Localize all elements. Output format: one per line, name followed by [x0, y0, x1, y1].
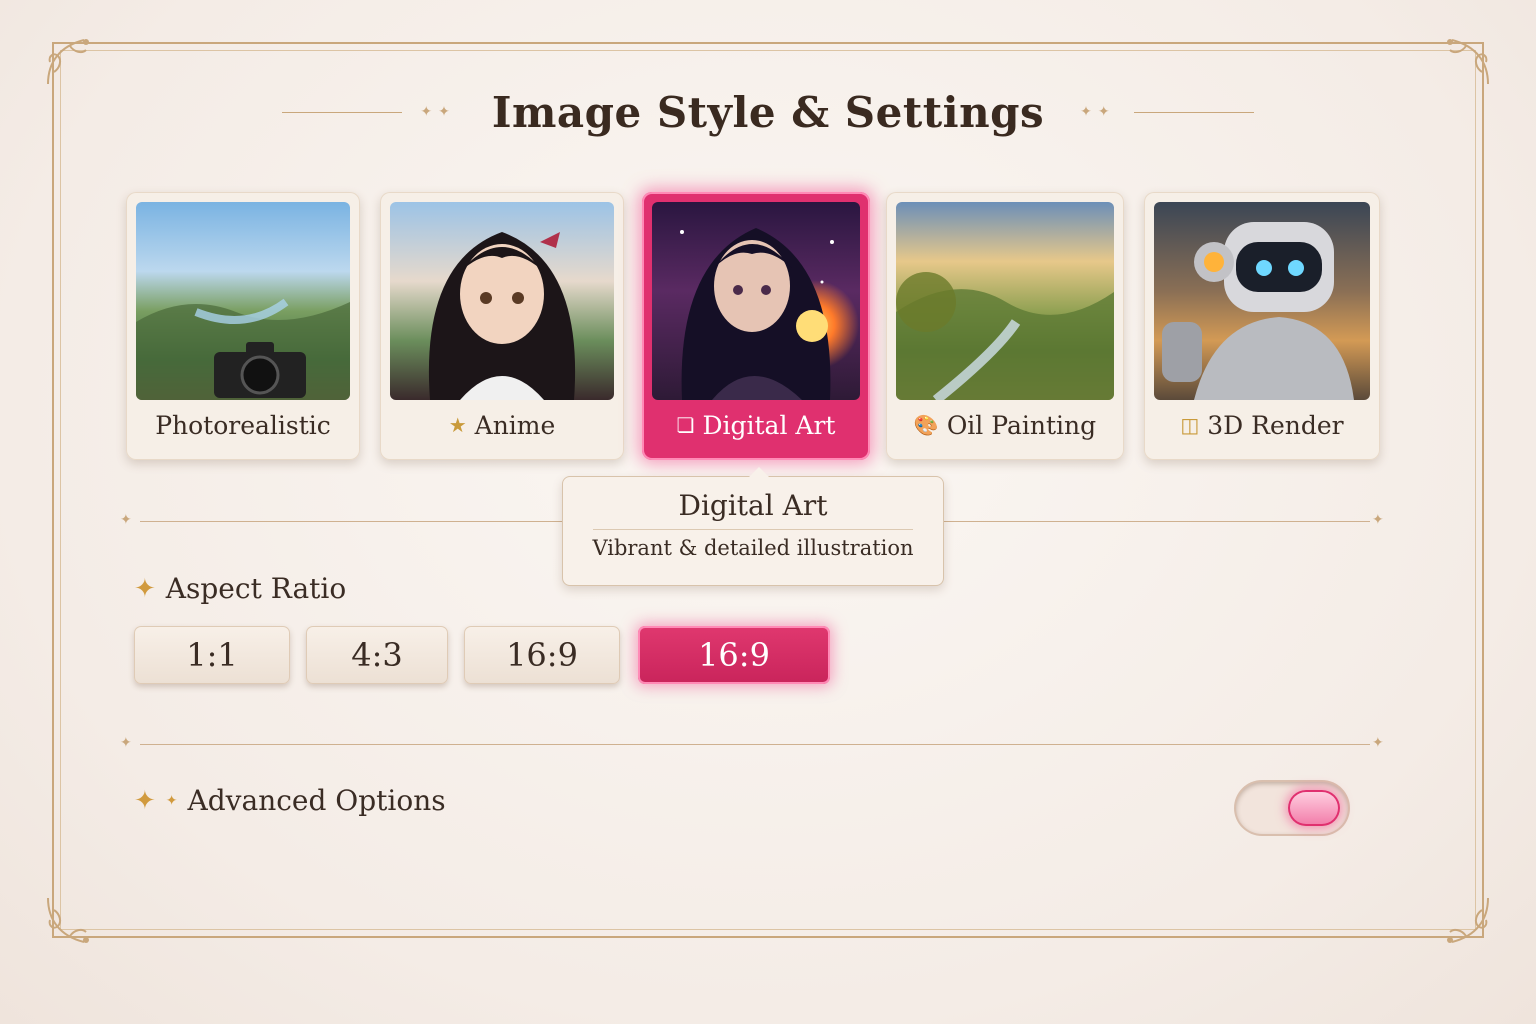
robot-icon	[1162, 222, 1354, 400]
title-divider-right	[1133, 111, 1254, 113]
aspect-ratio-16-9-selected-button[interactable]: 16:9	[638, 626, 830, 684]
sparkle-small-icon: ✦	[165, 792, 178, 809]
sparkle-icon: ✦✦	[1080, 104, 1116, 120]
palette-icon: 🎨	[913, 413, 939, 437]
advanced-options-toggle[interactable]	[1236, 782, 1348, 834]
photorealistic-thumbnail	[136, 202, 350, 400]
section-divider	[140, 744, 1370, 745]
aspect-ratio-4-3-button[interactable]: 4:3	[306, 626, 448, 684]
aspect-ratio-heading: ✦ Aspect Ratio	[134, 572, 347, 605]
landscape-icon	[896, 272, 1114, 400]
sparkle-icon: ✦	[1372, 512, 1384, 528]
sparkle-icon: ✦✦	[420, 104, 456, 120]
anime-thumbnail	[390, 202, 614, 400]
sparkle-icon: ✦	[134, 785, 156, 816]
advanced-options-heading: ✦ ✦ Advanced Options	[134, 784, 446, 817]
3d-render-thumbnail	[1154, 202, 1370, 400]
style-card-3d-render[interactable]: ◫ 3D Render	[1144, 192, 1380, 460]
style-card-anime[interactable]: ★ Anime	[380, 192, 624, 460]
digital-art-thumbnail	[652, 202, 860, 400]
style-card-row: Photorealistic ★ Anime ❏ Digital Art 🎨 O…	[126, 192, 1382, 462]
digital-portrait-icon	[680, 228, 834, 400]
toggle-knob[interactable]	[1288, 790, 1340, 826]
style-card-label: ❏ Digital Art	[676, 410, 836, 440]
style-card-label: Photorealistic	[155, 410, 331, 440]
anime-portrait-icon	[428, 232, 576, 400]
sparkle-icon: ✦	[120, 735, 132, 751]
title-divider-left	[282, 111, 403, 113]
corner-flourish-icon	[1447, 897, 1489, 943]
style-card-label: 🎨 Oil Painting	[913, 410, 1097, 440]
page-title: Image Style & Settings	[491, 87, 1045, 137]
cube-icon: ◫	[1180, 413, 1200, 437]
sparkle-icon: ✦	[134, 573, 156, 604]
corner-flourish-icon	[47, 897, 89, 943]
style-card-digital-art[interactable]: ❏ Digital Art	[642, 192, 870, 460]
star-icon: ★	[448, 413, 467, 437]
aspect-ratio-16-9-button[interactable]: 16:9	[464, 626, 620, 684]
camera-icon	[136, 298, 350, 400]
tooltip-divider	[593, 529, 913, 530]
style-card-label: ◫ 3D Render	[1180, 410, 1344, 440]
sparkle-icon: ✦	[120, 512, 132, 528]
style-card-label: ★ Anime	[448, 410, 556, 440]
tooltip-title: Digital Art	[678, 489, 828, 522]
aspect-ratio-1-1-button[interactable]: 1:1	[134, 626, 290, 684]
style-tooltip: Digital Art Vibrant & detailed illustrat…	[562, 467, 944, 586]
style-card-oil-painting[interactable]: 🎨 Oil Painting	[886, 192, 1124, 460]
style-card-photorealistic[interactable]: Photorealistic	[126, 192, 360, 460]
oil-painting-thumbnail	[896, 202, 1114, 400]
tablet-icon: ❏	[676, 413, 695, 437]
tooltip-description: Vibrant & detailed illustration	[592, 536, 914, 560]
sparkle-icon: ✦	[1372, 735, 1384, 751]
header: ✦✦ Image Style & Settings ✦✦	[0, 80, 1536, 144]
